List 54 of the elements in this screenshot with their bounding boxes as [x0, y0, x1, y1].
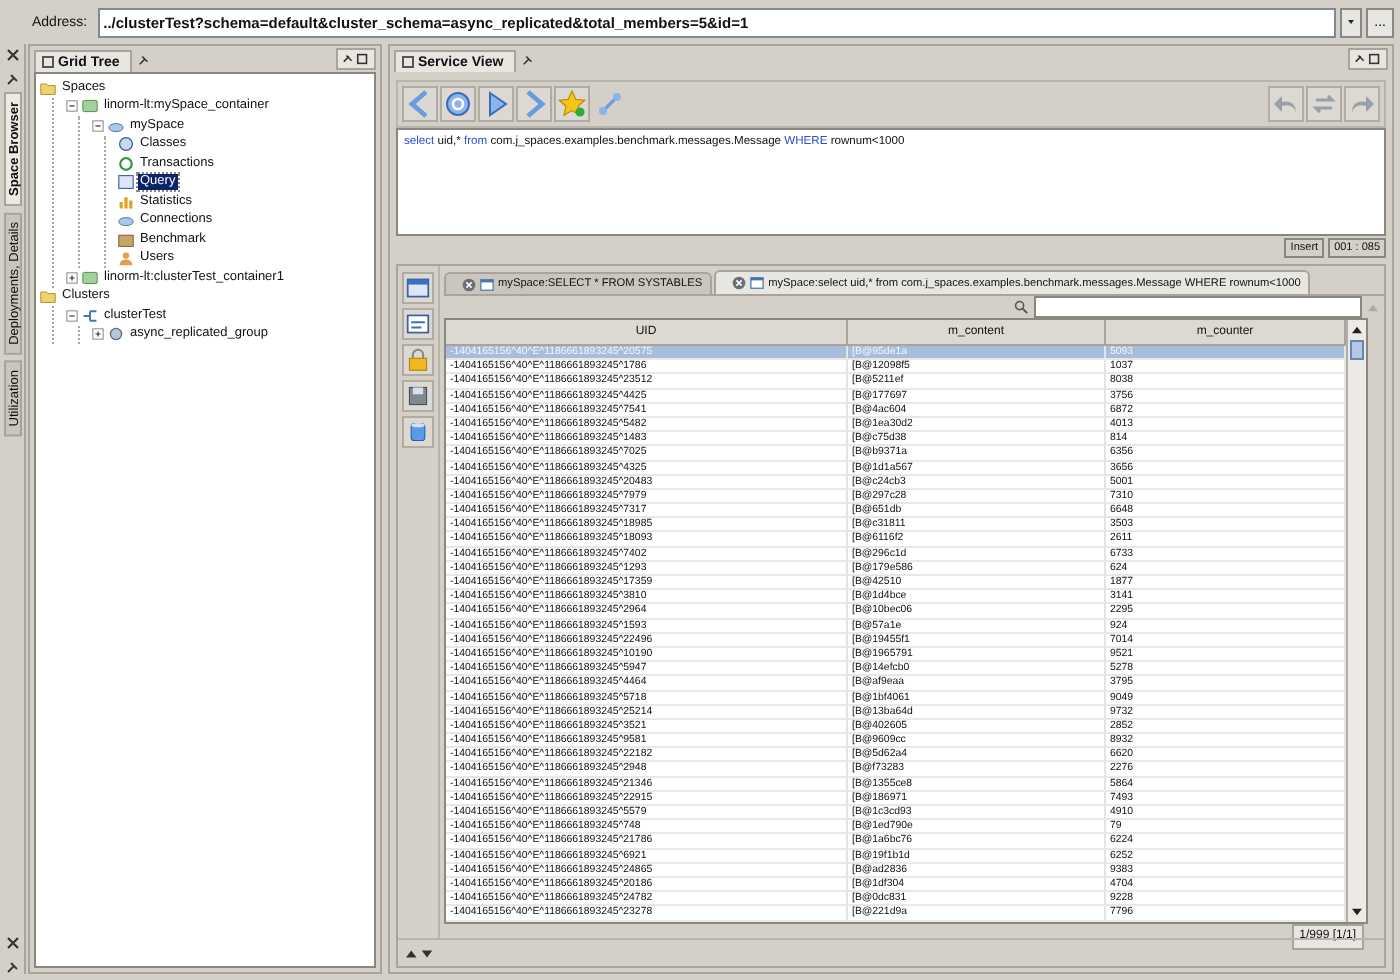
- refresh-icon: [1310, 90, 1338, 118]
- link-icon: [596, 90, 624, 118]
- redo-icon: [1348, 90, 1376, 118]
- server-icon: [82, 269, 98, 286]
- lock-icon: [406, 348, 430, 372]
- scroll-down-icon[interactable]: [1352, 907, 1362, 915]
- refresh-icon: [444, 90, 472, 118]
- scrollbar[interactable]: [1346, 320, 1366, 921]
- expand-toggle[interactable]: [92, 328, 104, 341]
- pin-icon[interactable]: [5, 960, 19, 974]
- caret-icon: [1348, 18, 1355, 26]
- cycle-icon: [118, 155, 134, 172]
- play-button[interactable]: [478, 86, 514, 122]
- close-icon[interactable]: [732, 276, 747, 290]
- window-icon: [406, 276, 430, 300]
- panel-controls[interactable]: [336, 48, 376, 70]
- form-icon: [406, 312, 430, 336]
- star-icon: [558, 90, 586, 118]
- panel-controls[interactable]: [1348, 48, 1388, 70]
- group-icon: [108, 326, 124, 343]
- circle-icon: [118, 136, 134, 153]
- close-icon[interactable]: [5, 48, 19, 62]
- table-icon: [750, 276, 765, 290]
- folder-icon: [40, 79, 56, 96]
- form-button[interactable]: [402, 308, 434, 340]
- server-icon: [82, 98, 98, 115]
- search-icon: [1014, 300, 1028, 314]
- crate-icon: [118, 231, 134, 248]
- expand-toggle[interactable]: [66, 271, 78, 284]
- pin-icon[interactable]: [137, 53, 150, 65]
- database-icon: [406, 420, 430, 444]
- scroll-thumb[interactable]: [1350, 340, 1364, 360]
- folder-icon: [40, 288, 56, 305]
- collapse-toggle[interactable]: [66, 100, 78, 113]
- collapse-toggle[interactable]: [92, 119, 104, 132]
- disk-button[interactable]: [402, 380, 434, 412]
- close-icon[interactable]: [5, 936, 19, 950]
- up-down-arrows-icon[interactable]: [406, 947, 434, 959]
- cluster-icon: [82, 307, 98, 324]
- window-button[interactable]: [402, 272, 434, 304]
- dropdown-button[interactable]: [1340, 7, 1363, 37]
- cloud-icon: [118, 212, 134, 229]
- search-field[interactable]: [1034, 296, 1362, 318]
- pin-icon[interactable]: [5, 72, 19, 86]
- pin-icon[interactable]: [521, 53, 534, 65]
- user-icon: [118, 250, 134, 267]
- refresh-button[interactable]: [440, 86, 476, 122]
- bar-chart-icon: [118, 193, 134, 210]
- cloud-icon: [108, 117, 124, 134]
- scroll-up-icon[interactable]: [1352, 326, 1362, 334]
- table-icon: [480, 277, 494, 291]
- database-button[interactable]: [402, 416, 434, 448]
- window-icon: [118, 174, 134, 191]
- collapse-toggle[interactable]: [66, 309, 78, 322]
